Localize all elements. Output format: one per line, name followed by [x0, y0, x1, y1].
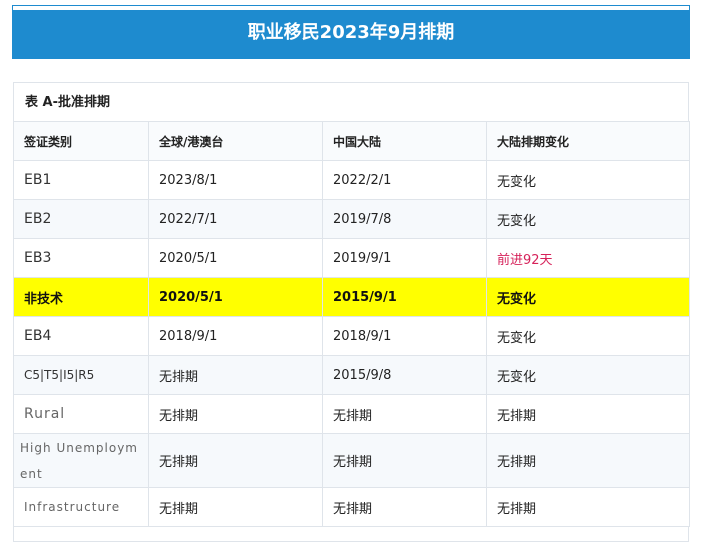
row-china-date: 无排期: [322, 487, 487, 527]
row-china-date: 2015/9/8: [322, 355, 487, 395]
row-change: 无排期: [486, 433, 690, 488]
row-global-date: 2022/7/1: [148, 199, 323, 239]
row-change: 无排期: [486, 487, 690, 527]
table-header-row: 签证类别 全球/港澳台 中国大陆 大陆排期变化: [13, 121, 690, 161]
row-change: 无变化: [486, 355, 690, 395]
table-row: EB3 2020/5/1 2019/9/1 前进92天: [13, 238, 690, 278]
page-title-banner: 职业移民2023年9月排期: [13, 6, 689, 58]
row-global-date: 无排期: [148, 355, 323, 395]
row-change: 无变化: [486, 199, 690, 239]
table-caption: 表 A-批准排期: [14, 83, 688, 121]
table-row: EB1 2023/8/1 2022/2/1 无变化: [13, 160, 690, 200]
row-global-date: 2020/5/1: [148, 277, 323, 317]
row-category: EB2: [13, 199, 149, 239]
header-china-change: 大陆排期变化: [486, 121, 690, 161]
row-change: 无变化: [486, 277, 690, 317]
row-global-date: 2018/9/1: [148, 316, 323, 356]
table-row: EB2 2022/7/1 2019/7/8 无变化: [13, 199, 690, 239]
header-visa-category: 签证类别: [13, 121, 149, 161]
row-china-date: 2015/9/1: [322, 277, 487, 317]
row-china-date: 2019/9/1: [322, 238, 487, 278]
row-change: 无排期: [486, 394, 690, 434]
visa-bulletin-table: 签证类别 全球/港澳台 中国大陆 大陆排期变化 EB1 2023/8/1 202…: [13, 121, 690, 527]
table-row: C5|T5|I5|R5 无排期 2015/9/8 无变化: [13, 355, 690, 395]
row-china-date: 无排期: [322, 394, 487, 434]
row-global-date: 2020/5/1: [148, 238, 323, 278]
row-china-date: 2019/7/8: [322, 199, 487, 239]
row-global-date: 无排期: [148, 487, 323, 527]
table-row: High Unemployment 无排期 无排期 无排期: [13, 433, 690, 488]
table-row: EB4 2018/9/1 2018/9/1 无变化: [13, 316, 690, 356]
row-category: EB3: [13, 238, 149, 278]
row-category: Rural: [13, 394, 149, 434]
row-change: 无变化: [486, 316, 690, 356]
visa-bulletin-panel: 表 A-批准排期 签证类别 全球/港澳台 中国大陆 大陆排期变化 EB1 202…: [13, 82, 690, 542]
row-change-advance: 前进92天: [486, 238, 690, 278]
table-row: Rural 无排期 无排期 无排期: [13, 394, 690, 434]
row-change: 无变化: [486, 160, 690, 200]
row-china-date: 无排期: [322, 433, 487, 488]
row-global-date: 2023/8/1: [148, 160, 323, 200]
row-global-date: 无排期: [148, 433, 323, 488]
header-global: 全球/港澳台: [148, 121, 323, 161]
row-category: Infrastructure: [13, 487, 149, 527]
row-category: EB4: [13, 316, 149, 356]
row-china-date: 2018/9/1: [322, 316, 487, 356]
row-china-date: 2022/2/1: [322, 160, 487, 200]
row-global-date: 无排期: [148, 394, 323, 434]
row-category: EB1: [13, 160, 149, 200]
table-row-highlighted: 非技术 2020/5/1 2015/9/1 无变化: [13, 277, 690, 317]
row-category: 非技术: [13, 277, 149, 317]
page-title: 职业移民2023年9月排期: [247, 22, 455, 43]
row-category: C5|T5|I5|R5: [13, 355, 149, 395]
row-category: High Unemployment: [13, 433, 149, 488]
header-china: 中国大陆: [322, 121, 487, 161]
table-row: Infrastructure 无排期 无排期 无排期: [13, 487, 690, 527]
